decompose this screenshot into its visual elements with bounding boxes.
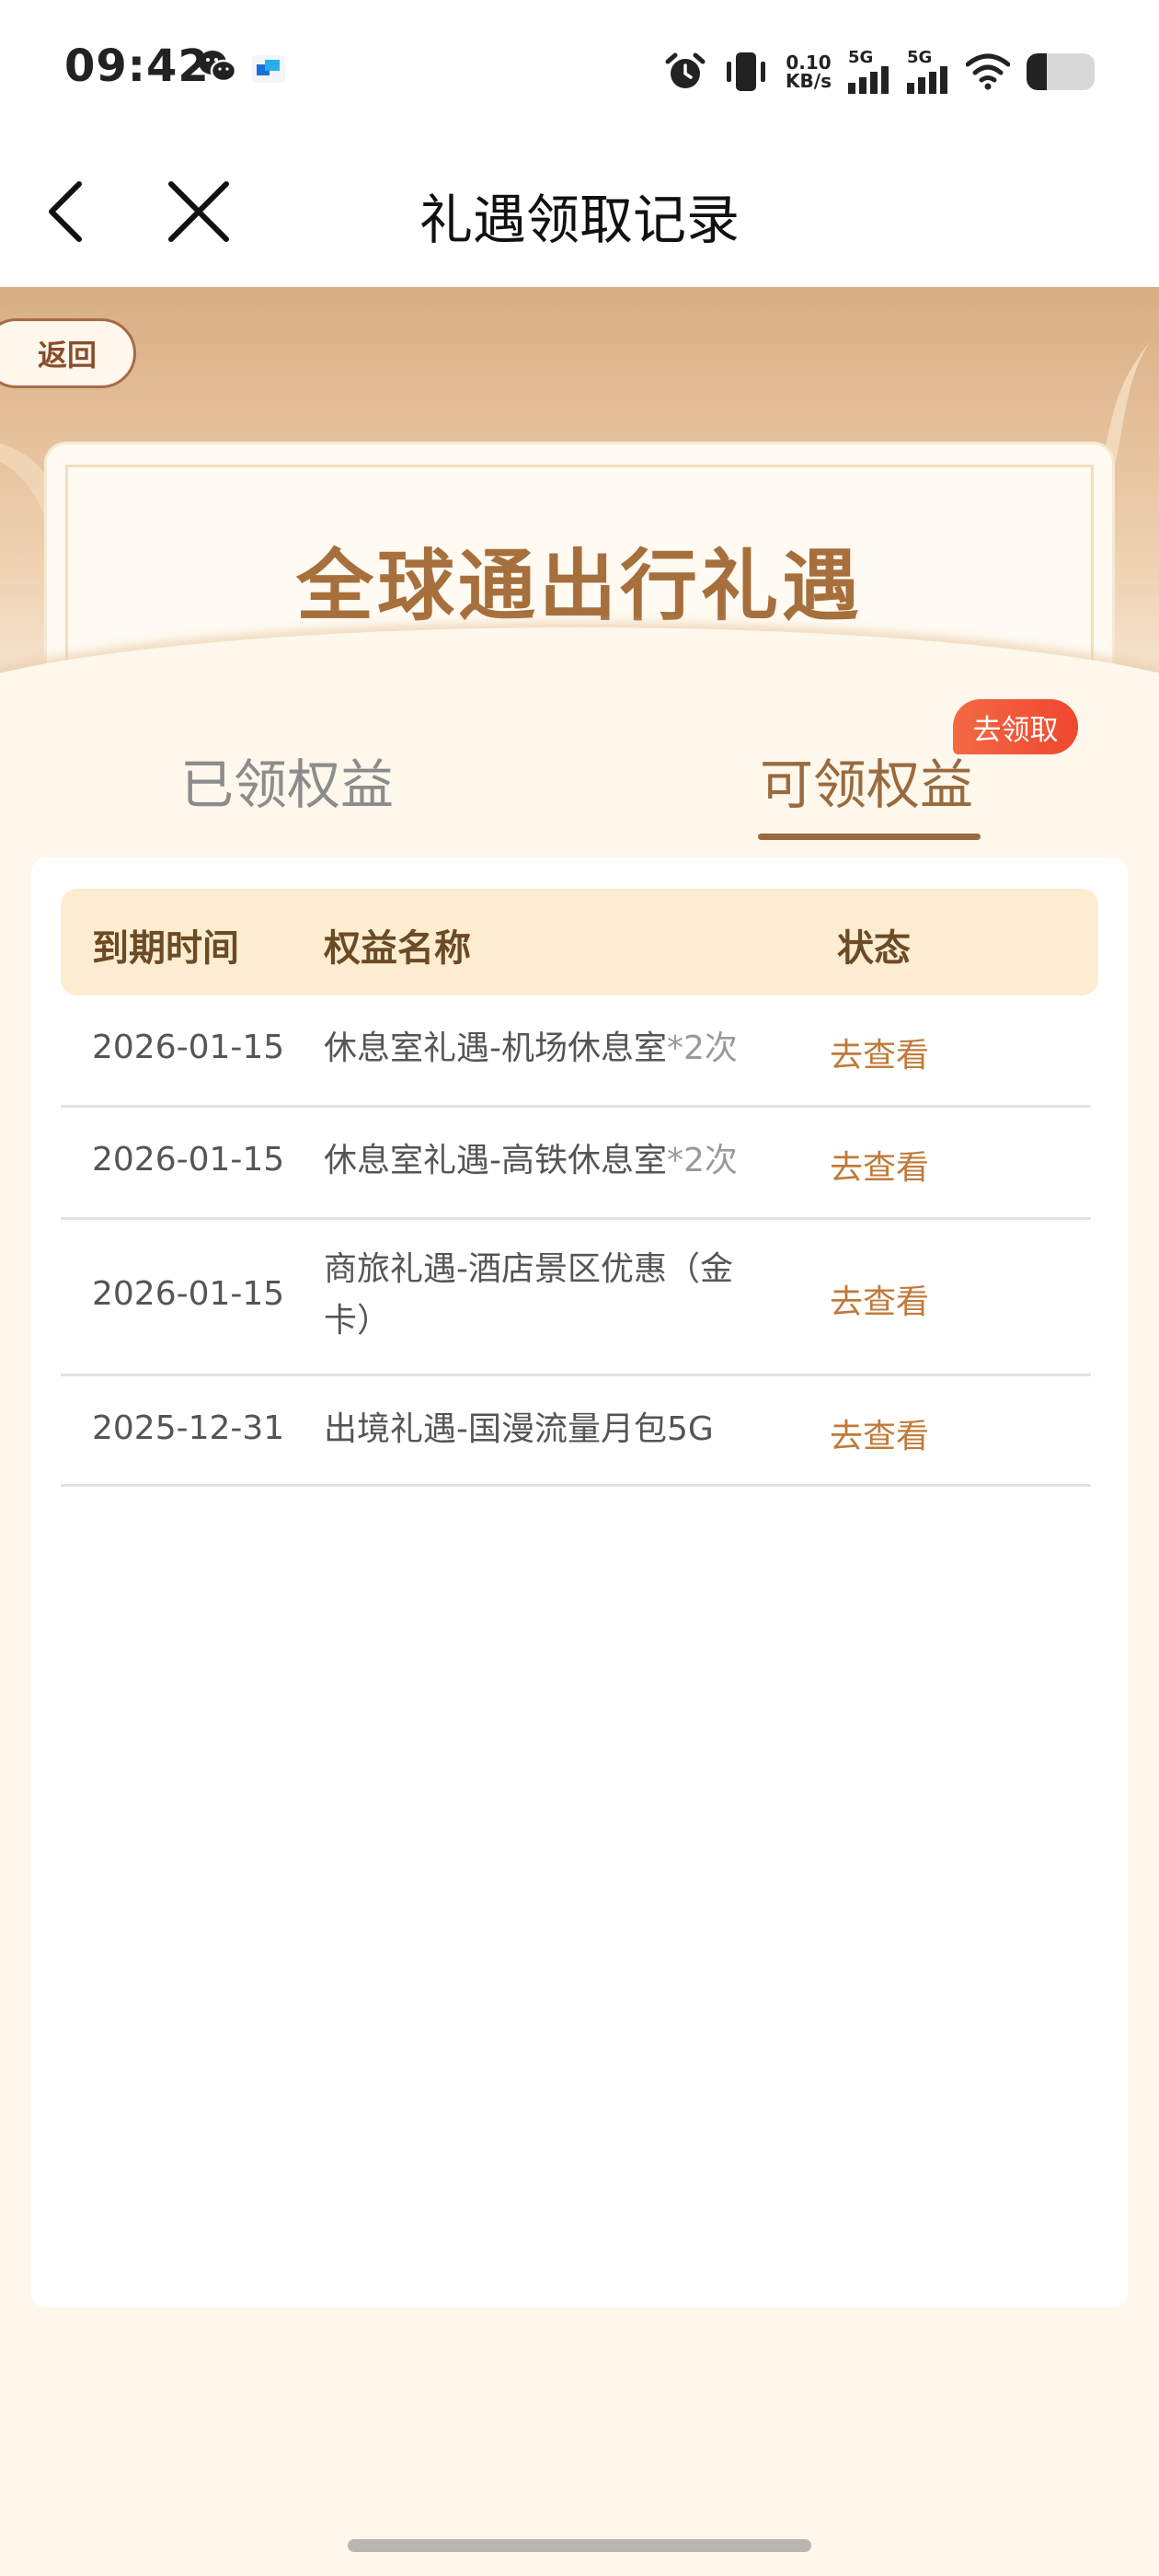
row-name-text: 出境礼遇-国漫流量月包5G [324,1410,714,1448]
view-link[interactable]: 去查看 [830,1141,929,1189]
status-bar: 09:42 0.10 KB/s 5G 5G [0,0,1159,138]
table-row: 2026-01-15 商旅礼遇-酒店景区优惠（金卡） 去查看 [61,1220,1091,1376]
status-icons: 0.10 KB/s 5G 5G [664,46,1095,98]
table-row: 2026-01-15 休息室礼遇-机场休息室*2次 去查看 [61,995,1091,1108]
battery-icon [1027,53,1095,90]
nav-bar: 礼遇领取记录 [0,138,1159,287]
net-speed: 0.10 KB/s [786,53,832,90]
vibrate-icon [727,52,766,91]
tab-bar: 已领权益 可领权益 去领取 [0,699,1159,846]
row-date: 2026-01-15 [92,1141,285,1179]
row-name-text: 休息室礼遇-高铁休息室 [324,1142,667,1179]
battery-fill [1027,53,1048,90]
signal-1-label: 5G [848,48,874,67]
row-date: 2026-01-15 [92,1275,285,1313]
status-time: 09:42 [64,40,210,92]
row-name-text: 休息室礼遇-机场休息室 [324,1029,667,1067]
back-button[interactable]: 返回 [0,318,136,388]
view-link[interactable]: 去查看 [830,1275,929,1323]
active-tab-indicator [758,834,981,840]
row-date: 2026-01-15 [92,1029,285,1066]
banner-title: 全球通出行礼遇 [295,541,863,631]
row-name-text: 商旅礼遇-酒店景区优惠（金卡） [324,1250,733,1340]
row-name: 休息室礼遇-高铁休息室*2次 [324,1135,765,1187]
view-link[interactable]: 去查看 [830,1409,929,1457]
app-icon [252,55,285,83]
header-status: 状态 [837,927,911,970]
banner: 返回 全球通出行礼遇 [0,287,1159,692]
header-date: 到期时间 [92,927,239,970]
page: 09:42 0.10 KB/s 5G 5G 礼遇领取记录 返回 全球通出行礼遇 … [0,0,1159,2576]
table-header: 到期时间 权益名称 状态 [61,889,1098,995]
view-link[interactable]: 去查看 [830,1029,929,1076]
net-speed-unit: KB/s [786,70,832,92]
net-speed-value: 0.10 [786,52,832,74]
row-name: 商旅礼遇-酒店景区优惠（金卡） [324,1244,765,1347]
row-times: *2次 [667,1142,738,1179]
signal-1: 5G [848,50,890,94]
home-indicator[interactable] [348,2539,811,2552]
table-row: 2026-01-15 休息室礼遇-高铁休息室*2次 去查看 [61,1108,1091,1220]
header-name: 权益名称 [324,927,471,970]
signal-icon [848,66,889,94]
tab-available[interactable]: 可领权益 [760,742,973,819]
row-name: 出境礼遇-国漫流量月包5G [324,1404,765,1455]
row-date: 2025-12-31 [92,1409,285,1447]
wifi-icon [966,53,1010,90]
benefits-table: 到期时间 权益名称 状态 2026-01-15 休息室礼遇-机场休息室*2次 去… [31,857,1128,2307]
claim-badge[interactable]: 去领取 [953,699,1078,754]
signal-2-label: 5G [907,48,933,67]
row-name: 休息室礼遇-机场休息室*2次 [324,1023,765,1075]
wechat-icon [199,51,237,83]
page-title: 礼遇领取记录 [419,189,740,251]
table-row: 2025-12-31 出境礼遇-国漫流量月包5G 去查看 [61,1376,1091,1487]
tab-received[interactable]: 已领权益 [180,742,394,819]
signal-icon [907,66,947,94]
row-times: *2次 [667,1029,738,1067]
signal-2: 5G [907,50,949,94]
alarm-icon [665,52,706,88]
